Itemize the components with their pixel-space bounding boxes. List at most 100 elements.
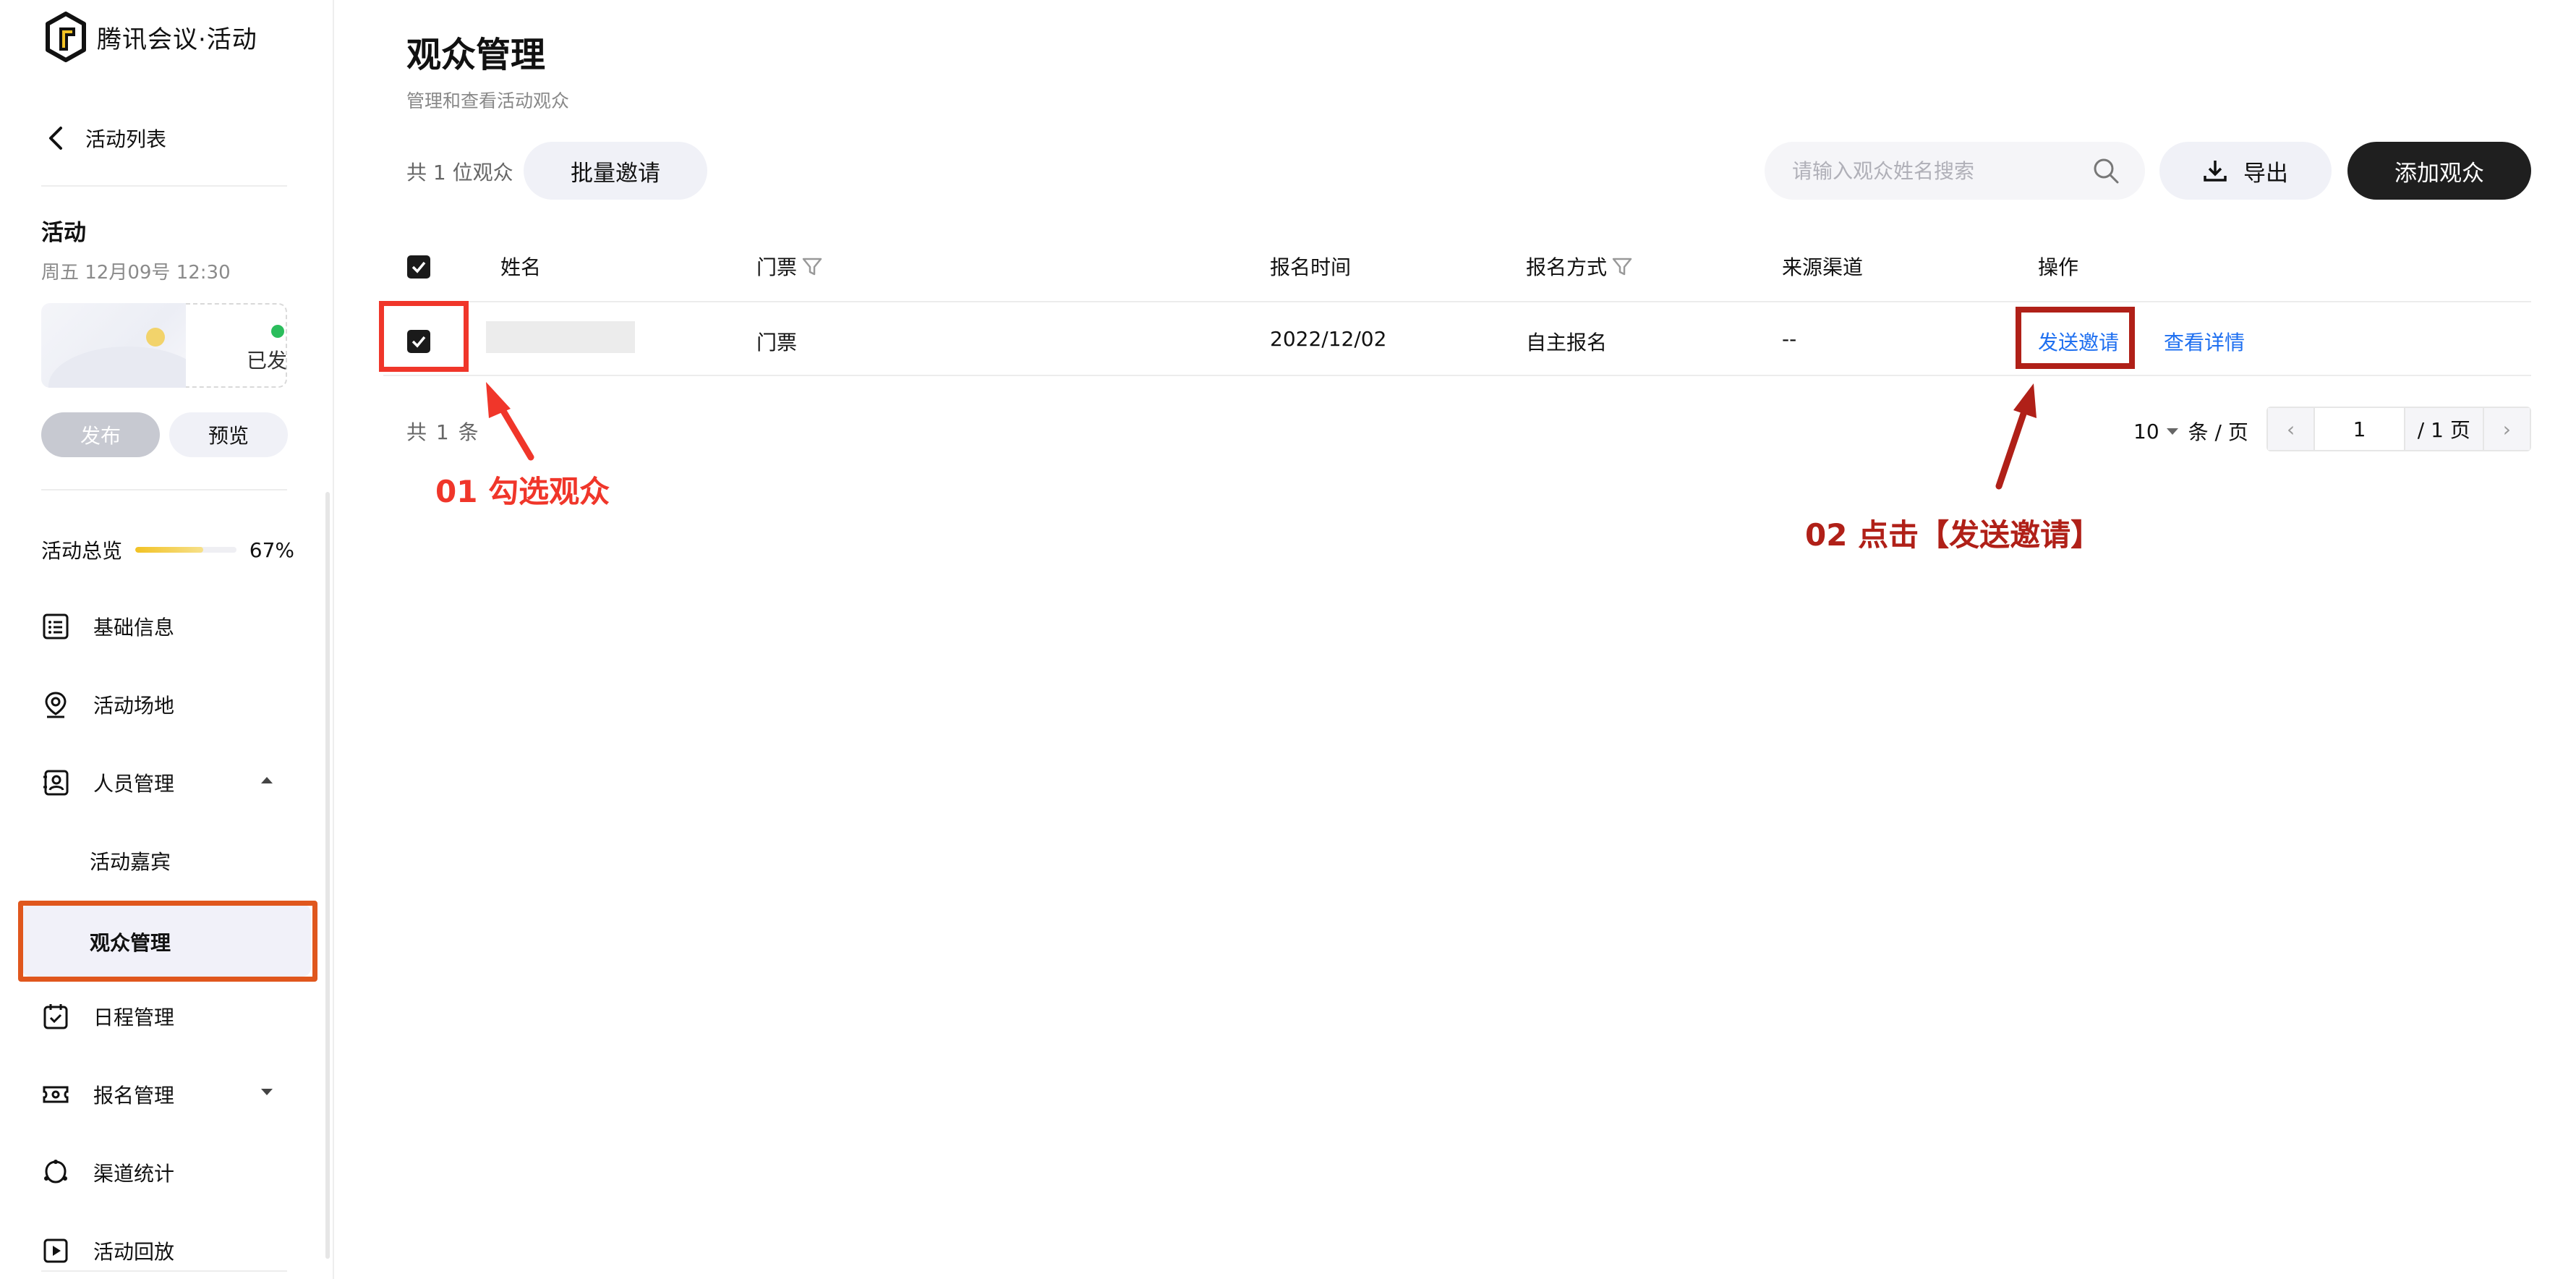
ticket-icon <box>43 1086 69 1103</box>
cell-ticket: 门票 <box>756 331 798 354</box>
back-to-event-list[interactable]: 活动列表 <box>45 120 166 156</box>
progress-label: 活动总览 <box>41 539 123 563</box>
event-overview-progress[interactable]: 活动总览 67% <box>41 535 294 564</box>
column-header-label: 门票 <box>756 255 798 279</box>
sidebar-item-label: 基础信息 <box>93 616 175 640</box>
pager: ‹ 1 / 1 页 › <box>2266 407 2531 451</box>
progress-track <box>135 547 236 553</box>
calendar-check-icon <box>43 1004 68 1029</box>
chevron-down-icon[interactable] <box>261 1089 273 1095</box>
add-audience-button[interactable]: 添加观众 <box>2347 142 2531 200</box>
sidebar-item-label: 活动场地 <box>93 694 175 718</box>
annotation-highlight-checkbox <box>379 301 469 372</box>
search-input[interactable] <box>1792 155 2081 187</box>
cell-registration-time: 2022/12/02 <box>1270 327 1387 351</box>
divider <box>41 1270 287 1272</box>
search-icon[interactable] <box>2091 156 2120 185</box>
column-header-label: 来源渠道 <box>1782 255 1864 279</box>
filter-icon[interactable] <box>1611 255 1633 277</box>
column-header-label: 报名时间 <box>1270 255 1352 279</box>
list-icon <box>43 613 69 640</box>
progress-value: 67% <box>249 537 294 562</box>
annotation-step1: 01 勾选观众 <box>435 474 610 509</box>
annotation-highlight-send-invite <box>2016 307 2135 369</box>
sidebar-item-venue[interactable]: 活动场地 <box>41 683 302 726</box>
event-status-box: 已发布 <box>186 303 287 388</box>
sidebar-item-label: 渠道统计 <box>93 1162 175 1186</box>
audience-name-redacted <box>486 321 635 353</box>
location-pin-icon <box>45 692 67 718</box>
event-card[interactable]: 已发布 <box>41 303 287 388</box>
chevron-up-icon[interactable] <box>261 777 273 783</box>
app-logo-text: 腾讯会议·活动 <box>97 25 257 54</box>
cell-registration-method: 自主报名 <box>1526 331 1608 354</box>
select-all-checkbox[interactable] <box>407 255 430 279</box>
sidebar-item-schedule[interactable]: 日程管理 <box>41 995 302 1038</box>
page-size-unit: 条 / 页 <box>2188 420 2248 444</box>
column-header-source-channel: 来源渠道 <box>1782 252 1863 281</box>
sidebar-item-basic-info[interactable]: 基础信息 <box>41 605 302 648</box>
column-header-label: 操作 <box>2038 255 2079 279</box>
contact-card-icon <box>43 770 69 796</box>
filter-icon[interactable] <box>801 255 823 277</box>
play-icon <box>43 1238 68 1263</box>
annotation-step2: 02 点击【发送邀请】 <box>1805 517 2102 553</box>
divider <box>41 185 287 187</box>
page-title: 观众管理 <box>406 35 546 75</box>
channel-icon <box>44 1160 67 1184</box>
column-header-actions: 操作 <box>2038 252 2078 281</box>
event-time: 周五 12月09号 12:30 <box>41 262 231 284</box>
next-page-button[interactable]: › <box>2483 408 2530 450</box>
sidebar-subitem-guests[interactable]: 活动嘉宾 <box>90 846 171 875</box>
audience-count: 共 1 位观众 <box>406 161 513 184</box>
audience-search[interactable] <box>1765 142 2145 200</box>
cell-source-channel: -- <box>1782 327 1797 351</box>
event-cover-image <box>41 303 208 388</box>
arrow-step2 <box>1995 383 2037 490</box>
tencent-meeting-logo-icon <box>46 12 86 62</box>
view-details-link[interactable]: 查看详情 <box>2164 327 2245 356</box>
sidebar-scrollbar[interactable] <box>325 492 330 1259</box>
column-header-name: 姓名 <box>500 252 541 281</box>
sidebar-item-people[interactable]: 人员管理 <box>41 761 302 804</box>
sidebar-item-replay[interactable]: 活动回放 <box>41 1229 302 1272</box>
status-dot <box>271 325 284 338</box>
sidebar-item-label: 报名管理 <box>93 1084 175 1108</box>
sidebar-item-label: 人员管理 <box>93 772 175 796</box>
publish-button[interactable]: 发布 <box>41 412 160 457</box>
export-button[interactable]: 导出 <box>2159 142 2332 200</box>
column-header-registration-method: 报名方式 <box>1526 252 1633 281</box>
table-row-divider <box>383 375 2531 376</box>
total-pages: / 1 页 <box>2405 408 2484 450</box>
prev-page-button[interactable]: ‹ <box>2268 408 2314 450</box>
back-label: 活动列表 <box>85 127 167 151</box>
table-header-divider <box>383 301 2531 302</box>
sidebar-item-label: 活动回放 <box>93 1240 175 1264</box>
sidebar-item-channel-stats[interactable]: 渠道统计 <box>41 1151 302 1194</box>
column-header-label: 报名方式 <box>1526 255 1608 279</box>
app-logo[interactable]: 腾讯会议·活动 <box>45 12 257 62</box>
event-status: 已发布 <box>247 349 287 373</box>
divider <box>41 489 287 490</box>
caret-down-icon <box>2166 428 2178 435</box>
sidebar-item-label: 日程管理 <box>93 1006 175 1029</box>
annotation-highlight-sidebar <box>18 901 317 982</box>
progress-fill <box>135 547 203 553</box>
column-header-registration-time: 报名时间 <box>1270 252 1351 281</box>
page-subtitle: 管理和查看活动观众 <box>406 90 570 111</box>
batch-invite-button[interactable]: 批量邀请 <box>524 142 707 200</box>
cover-sun-shape <box>146 328 165 347</box>
check-icon <box>411 261 426 273</box>
arrow-step1 <box>486 382 534 461</box>
pagination-total: 共 1 条 <box>406 420 480 444</box>
current-page-input[interactable]: 1 <box>2313 408 2405 450</box>
chevron-left-icon <box>49 127 62 150</box>
column-header-label: 姓名 <box>500 255 542 279</box>
page-size-select[interactable]: 10 条 / 页 <box>2133 417 2248 446</box>
sidebar: 腾讯会议·活动 活动列表 活动 周五 12月09号 12:30 已发布 发布 预… <box>0 0 334 1279</box>
preview-button[interactable]: 预览 <box>169 412 288 457</box>
sidebar-item-registration[interactable]: 报名管理 <box>41 1073 302 1116</box>
event-title: 活动 <box>41 220 86 246</box>
page-size-value: 10 <box>2133 419 2159 443</box>
export-label: 导出 <box>2243 160 2288 187</box>
